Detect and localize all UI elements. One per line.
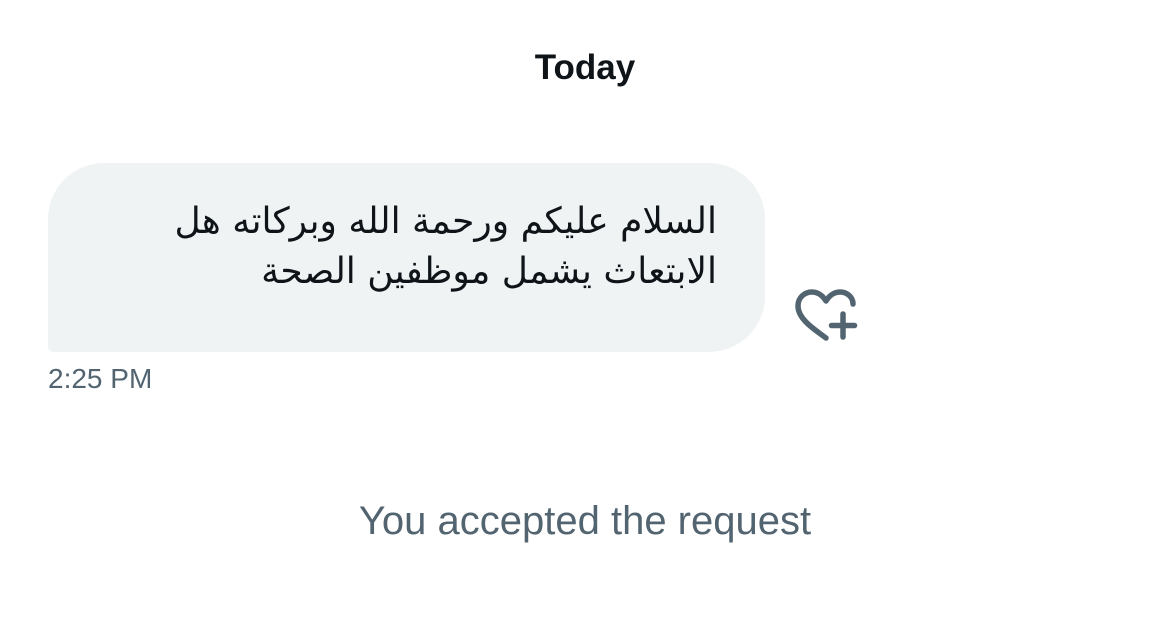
system-message: You accepted the request	[358, 499, 812, 543]
date-header: Today	[534, 48, 636, 87]
message-line: السلام عليكم ورحمة الله وبركاته هل	[174, 201, 717, 242]
message-timestamp: 2:25 PM	[48, 363, 153, 394]
heart-plus-icon	[795, 289, 858, 341]
message-text: السلام عليكم ورحمة الله وبركاته هل الابت…	[96, 197, 717, 297]
add-reaction-button[interactable]	[793, 288, 859, 348]
message-line: الابتعاث يشمل موظفين الصحة	[261, 251, 717, 292]
message-bubble[interactable]: السلام عليكم ورحمة الله وبركاته هل الابت…	[48, 163, 765, 352]
